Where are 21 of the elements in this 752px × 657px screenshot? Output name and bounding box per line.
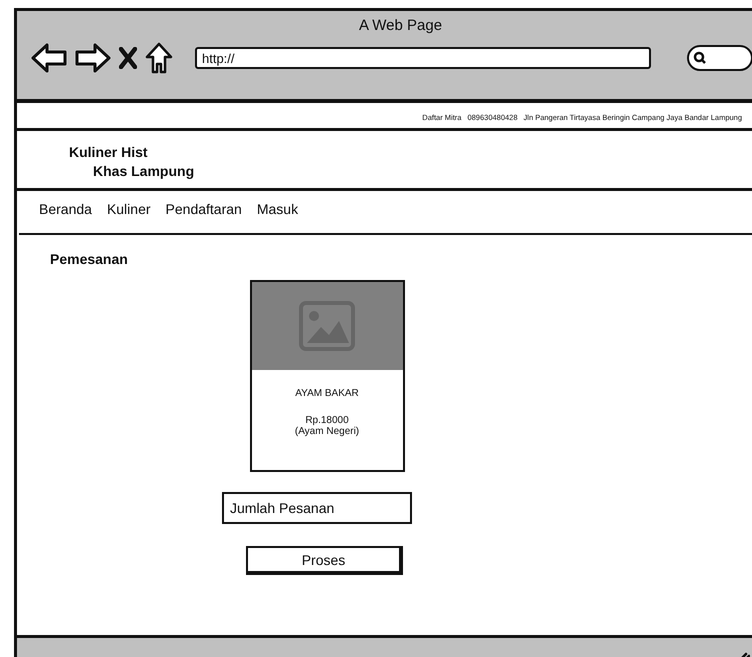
nav-link[interactable]: Beranda (39, 201, 92, 225)
house-icon[interactable] (145, 42, 173, 74)
process-button[interactable]: Proses (246, 546, 403, 575)
brand-name: Kuliner Hist (69, 143, 148, 162)
product-note: (Ayam Negeri) (294, 426, 360, 437)
nav-link[interactable]: Masuk (256, 201, 298, 225)
quantity-field[interactable]: Jumlah Pesanan (222, 492, 412, 524)
nav-link[interactable]: Kuliner (106, 201, 151, 225)
product-name: AYAM BAKAR (295, 388, 359, 399)
page-heading: Pemesanan (50, 251, 128, 267)
close-icon[interactable] (119, 47, 137, 69)
window-title: A Web Page (358, 17, 442, 34)
search-field[interactable] (687, 45, 752, 71)
image-icon (299, 301, 355, 351)
nav-link[interactable]: Pendaftaran (166, 201, 242, 225)
address-field[interactable]: http:// (195, 47, 651, 69)
back-arrow-icon[interactable] (31, 43, 67, 73)
product-price: Rp.18000 (305, 415, 349, 426)
search-icon (693, 51, 707, 65)
forward-arrow-icon[interactable] (75, 43, 111, 73)
brand-tagline: Khas Lampung (93, 162, 194, 181)
